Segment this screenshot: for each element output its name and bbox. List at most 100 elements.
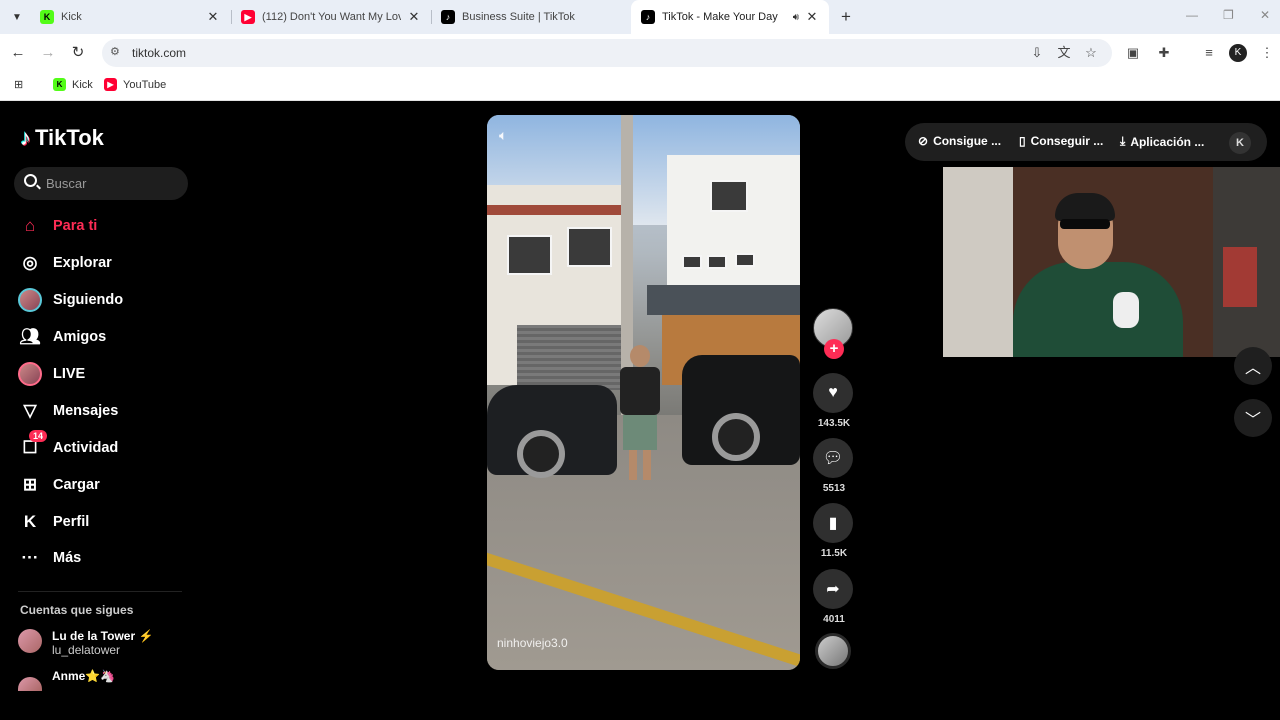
close-icon[interactable]: ✕ [407, 9, 421, 25]
profile-icon: K [23, 512, 37, 531]
nav-mensajes[interactable]: ▽ Mensajes [18, 398, 118, 424]
account-emoji: ⚡ [138, 629, 154, 643]
nav-para-ti[interactable]: ⌂ Para ti [18, 213, 97, 239]
get-app-link[interactable]: ▯ Conseguir ... [1019, 134, 1103, 148]
translate-icon[interactable]: 文 [1055, 44, 1073, 62]
forward-button[interactable]: → [38, 43, 58, 63]
close-icon[interactable]: ✕ [805, 9, 819, 25]
nav-label: Para ti [53, 218, 98, 234]
nav-label: Más [53, 550, 82, 566]
header-actions: ⊘ Consigue ... ▯ Conseguir ... ⤓ Aplicac… [905, 123, 1267, 161]
phone-icon: ▯ [1019, 134, 1026, 148]
nav-label: Actividad [53, 440, 119, 456]
bookmarks-bar: ⊞ K Kick ▶ YouTube [0, 72, 1280, 101]
download-app-link[interactable]: ⤓ Aplicación ... [1120, 134, 1204, 149]
tab-title: TikTok - Make Your Day [662, 11, 778, 23]
extensions-puzzle-icon[interactable]: ✚ [1155, 44, 1173, 62]
browser-tab-kick[interactable]: K Kick ✕ [30, 0, 230, 34]
next-video-button[interactable]: ﹀ [1234, 399, 1272, 437]
tiktok-logo[interactable]: ♪ TikTok [20, 125, 104, 151]
install-app-icon[interactable]: ⇩ [1028, 44, 1046, 62]
sidebar-divider [18, 591, 182, 592]
youtube-icon: ▶ [241, 10, 255, 24]
music-disc[interactable] [815, 633, 851, 669]
chevron-down-icon: ▼ [12, 11, 22, 23]
restore-icon[interactable]: ❐ [1223, 8, 1234, 22]
tab-search-button[interactable]: ▼ [6, 6, 28, 28]
save-button[interactable]: ▮ [813, 503, 853, 543]
more-icon: ··· [21, 548, 39, 567]
link-label: Consigue ... [933, 134, 1002, 148]
profile-avatar-icon[interactable]: K [1229, 132, 1251, 154]
speaker-icon[interactable]: 🔊︎ [793, 12, 799, 23]
comment-button[interactable]: 💬︎ [813, 438, 853, 478]
close-icon[interactable]: ✕ [206, 9, 220, 25]
tab-title: Kick [61, 11, 82, 23]
new-tab-button[interactable]: + [836, 7, 856, 27]
nav-perfil[interactable]: K Perfil [18, 509, 89, 535]
apps-grid-icon[interactable]: ⊞ [14, 78, 23, 91]
following-header: Cuentas que sigues [20, 603, 134, 617]
account-name: Lu de la Tower [52, 629, 136, 643]
nav-live[interactable]: LIVE [18, 361, 85, 387]
browser-tab-tiktok[interactable]: ♪ TikTok - Make Your Day 🔊︎ ✕ [631, 0, 829, 34]
search-input[interactable] [46, 167, 186, 200]
like-button[interactable]: ♥ [813, 373, 853, 413]
nav-label: Cargar [53, 477, 100, 493]
following-account[interactable]: Anme⭐🦄 [18, 669, 115, 691]
inbox-icon: ☐ 14 [18, 430, 48, 460]
address-bar[interactable]: ⚙ tiktok.com [102, 39, 1112, 67]
share-count: 4011 [823, 614, 845, 625]
browser-tab-business-suite[interactable]: ♪ Business Suite | TikTok [431, 0, 631, 34]
tiktok-page: ♪ TikTok ⌂ Para ti ◎ Explorar Siguiendo … [0, 101, 1280, 720]
extension-icon[interactable]: ▣ [1124, 44, 1142, 62]
media-control-icon[interactable]: ≡ [1200, 44, 1218, 62]
avatar [18, 629, 42, 653]
nav-explorar[interactable]: ◎ Explorar [18, 250, 112, 276]
nav-cargar[interactable]: ⊞ Cargar [18, 472, 100, 498]
tab-title: (112) Don't You Want My Love [262, 11, 401, 23]
following-account[interactable]: Lu de la Tower ⚡ lu_delatower [18, 629, 153, 657]
tiktok-icon: ♪ [641, 10, 655, 24]
save-count: 11.5K [820, 548, 848, 559]
back-button[interactable]: ← [8, 43, 28, 63]
volume-icon[interactable]: 🔈︎ [499, 127, 507, 144]
nav-mas[interactable]: ··· Más [18, 545, 82, 571]
site-info-icon[interactable]: ⚙ [110, 45, 120, 58]
nav-label: Mensajes [53, 403, 119, 419]
bookmark-icon: ▮ [828, 515, 838, 532]
upload-icon: ⊞ [22, 475, 38, 494]
browser-toolbar: ← → ↻ ⚙ tiktok.com ⇩ 文 ☆ ▣ ✚ ≡ K ⋮ [0, 34, 1280, 72]
video-player[interactable]: 🔈︎ ninhoviejo3.0 [487, 115, 800, 670]
window-close-icon[interactable]: ✕ [1260, 8, 1270, 22]
previous-video-button[interactable]: ︿ [1234, 347, 1272, 385]
bookmark-youtube[interactable]: ▶ YouTube [104, 78, 166, 91]
nav-label: Siguiendo [53, 292, 124, 308]
kick-icon: K [40, 10, 54, 24]
nav-actividad[interactable]: ☐ 14 Actividad [18, 430, 119, 461]
nav-amigos[interactable]: 👥︎ Amigos [18, 324, 106, 350]
bookmark-star-icon[interactable]: ☆ [1082, 44, 1100, 62]
nav-siguiendo[interactable]: Siguiendo [18, 287, 123, 313]
account-name: Anme [52, 669, 86, 683]
profile-avatar-icon[interactable]: K [1229, 44, 1247, 62]
nav-label: LIVE [53, 366, 86, 382]
get-coins-link[interactable]: ⊘ Consigue ... [918, 134, 1001, 148]
link-label: Conseguir ... [1030, 134, 1104, 148]
webcam-overlay [943, 167, 1280, 357]
search-box[interactable] [14, 167, 188, 200]
menu-dots-icon[interactable]: ⋮ [1258, 44, 1276, 62]
bookmark-kick[interactable]: K Kick [53, 78, 93, 91]
follow-plus-icon[interactable]: + [824, 339, 844, 359]
youtube-icon: ▶ [104, 78, 117, 91]
share-icon: ➦ [826, 581, 840, 598]
bookmark-label: YouTube [123, 78, 167, 91]
browser-tab-strip: ▼ K Kick ✕ ▶ (112) Don't You Want My Lov… [0, 0, 1280, 34]
browser-tab-youtube[interactable]: ▶ (112) Don't You Want My Love ✕ [231, 0, 431, 34]
share-button[interactable]: ➦ [813, 569, 853, 609]
bookmark-label: Kick [72, 78, 93, 91]
minimize-icon[interactable]: — [1186, 8, 1198, 22]
notification-badge: 14 [29, 430, 48, 442]
search-icon [24, 174, 37, 187]
reload-button[interactable]: ↻ [68, 43, 88, 63]
